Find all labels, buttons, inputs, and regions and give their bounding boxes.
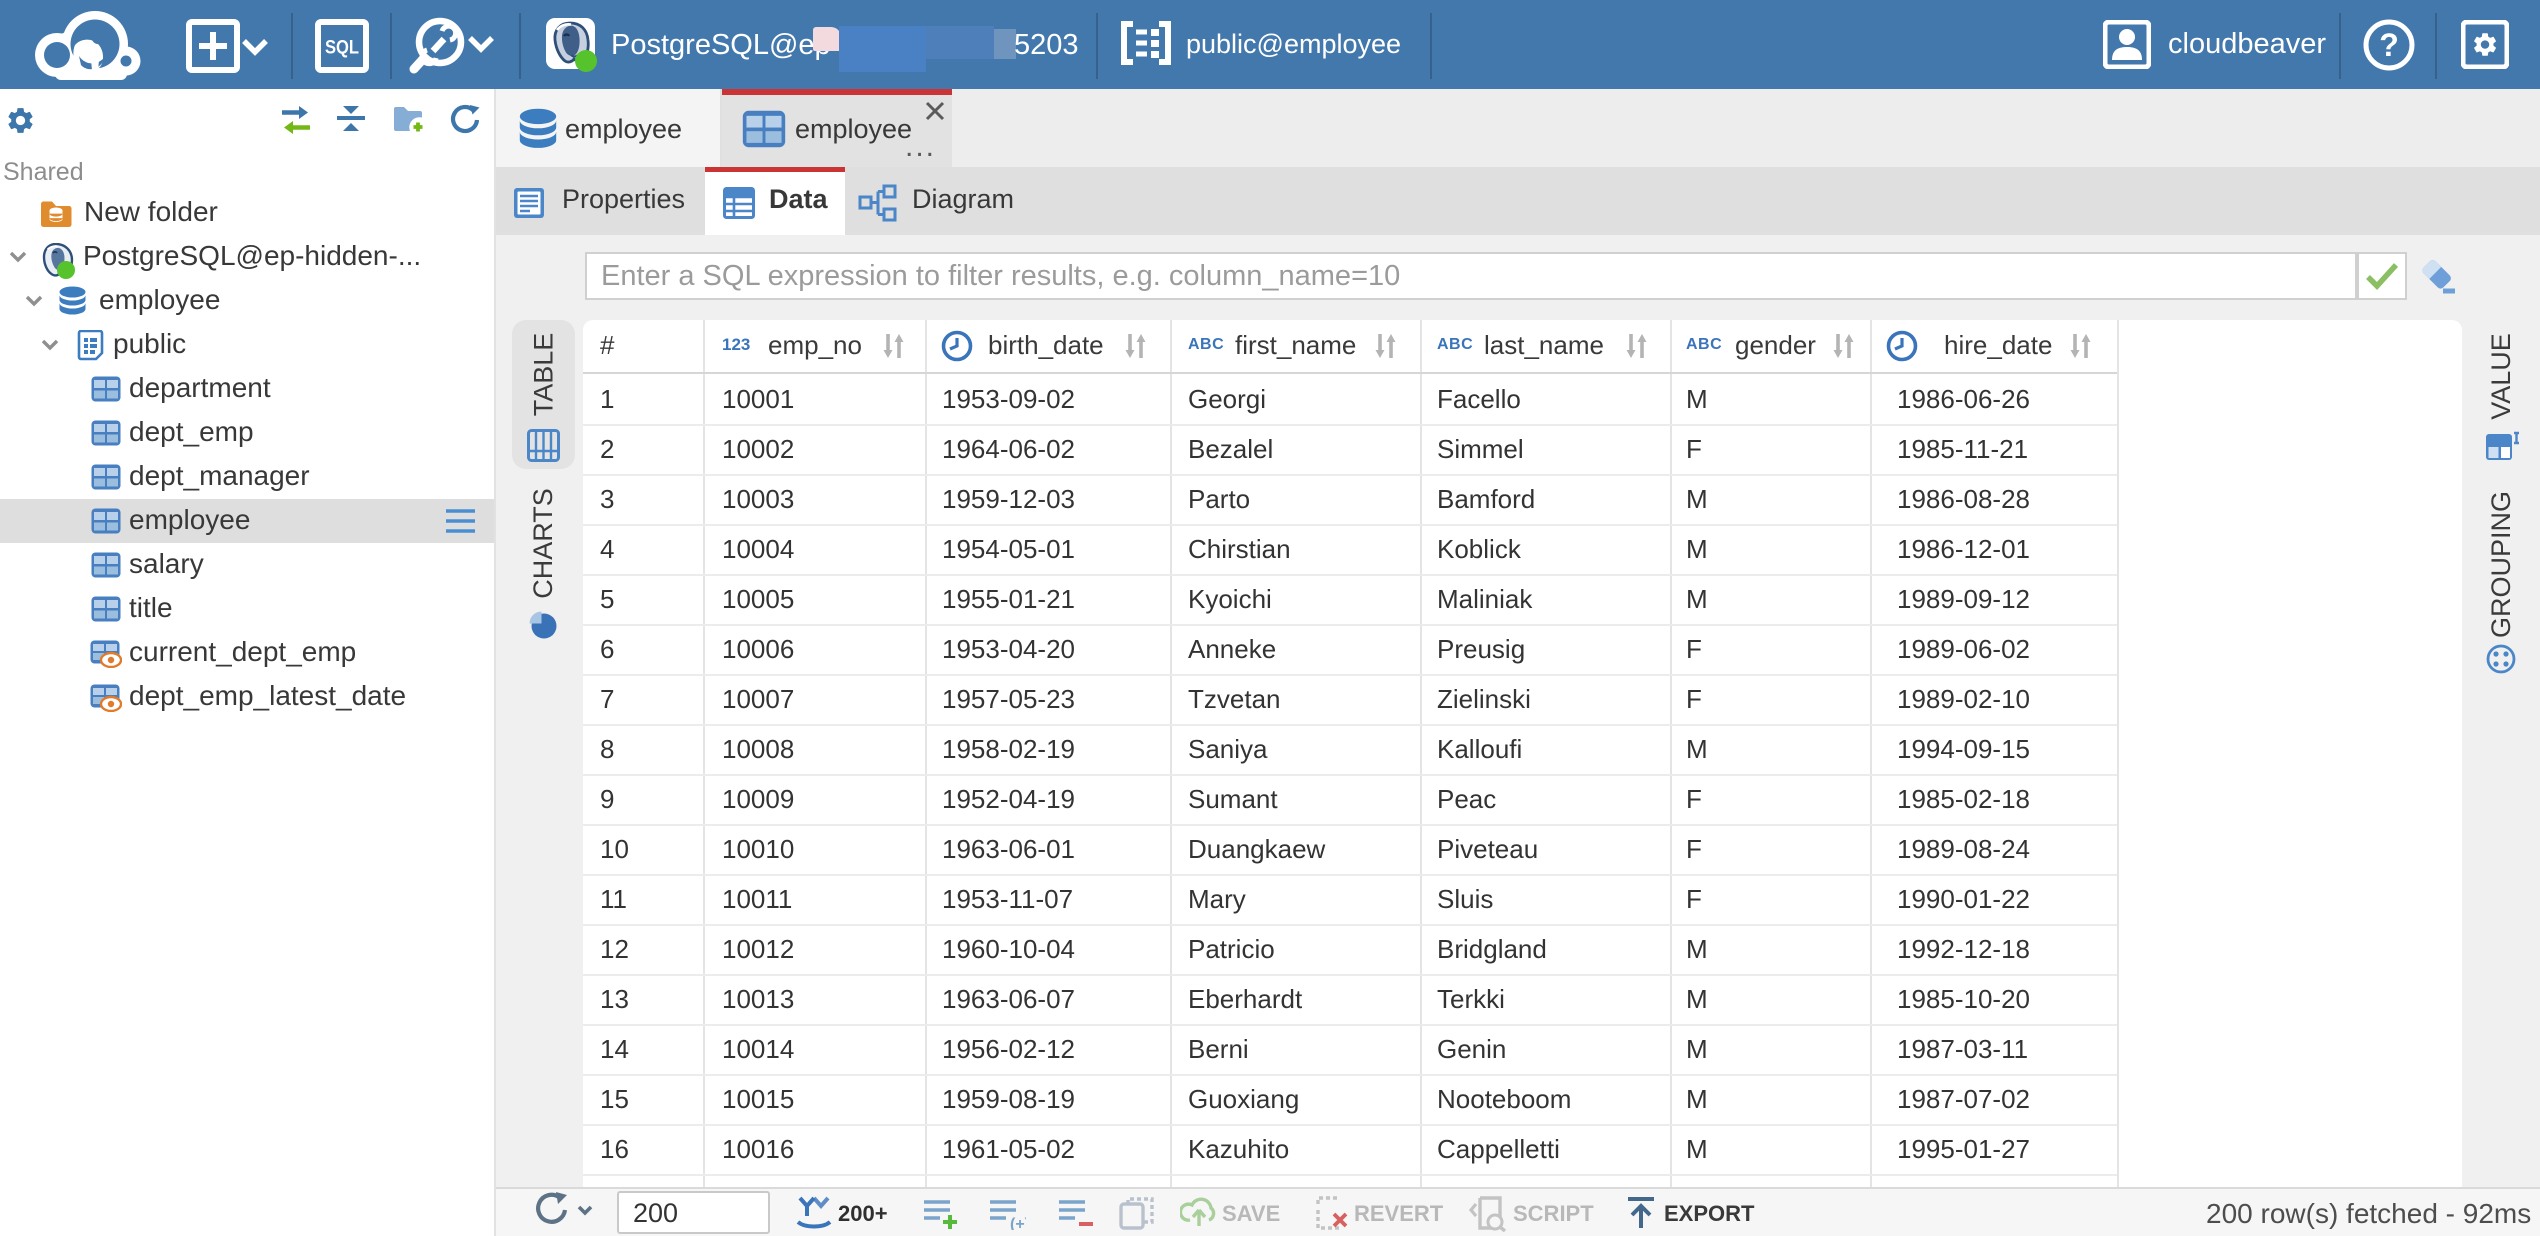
- svg-text:?: ?: [2379, 27, 2399, 63]
- svg-text:(+): (+): [1010, 1216, 1026, 1230]
- svg-text:SQL: SQL: [325, 38, 359, 59]
